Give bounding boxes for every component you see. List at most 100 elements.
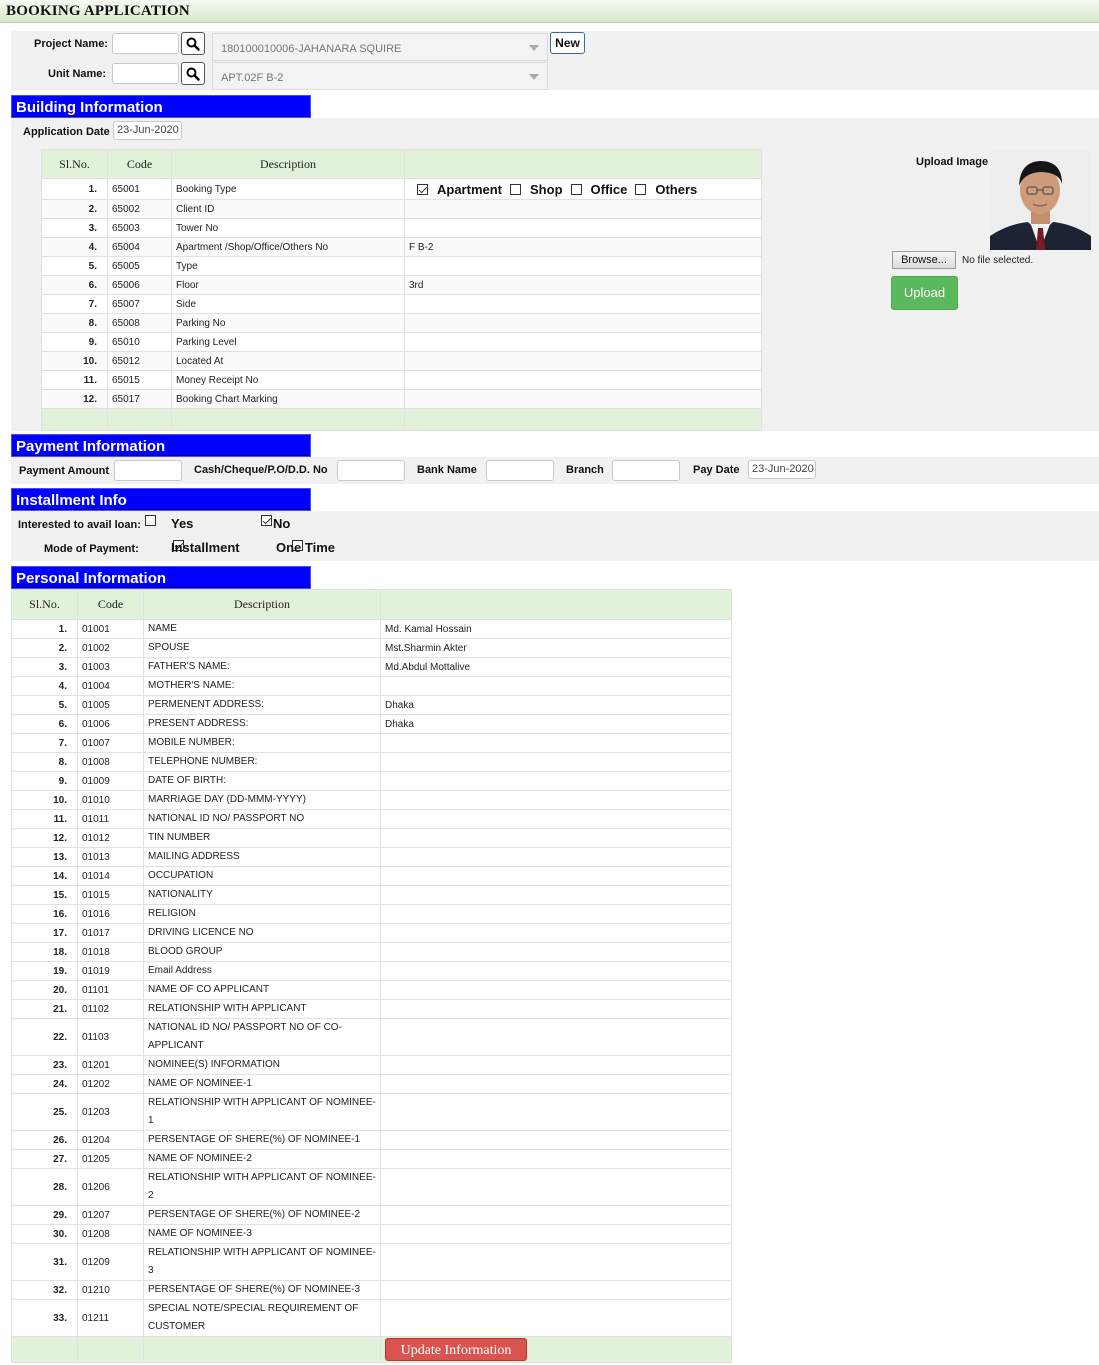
row-code: 01101 [77,980,144,1000]
row-slno: 23. [11,1055,78,1075]
row-value-input[interactable]: Mst.Sharmin Akter [380,638,732,658]
row-slno: 21. [11,999,78,1019]
payment-amount-input[interactable] [114,460,182,481]
payment-mode-label: Mode of Payment: [44,543,139,555]
project-code-input[interactable] [112,33,179,54]
row-value-input[interactable]: Dhaka [380,695,732,715]
row-value-input[interactable] [380,1093,732,1131]
row-value-input[interactable] [380,1205,732,1225]
row-value-input[interactable] [380,1149,732,1169]
row-value-input[interactable] [380,923,732,943]
row-value-input[interactable] [380,1299,732,1337]
row-code: 01205 [77,1149,144,1169]
bank-name-input[interactable] [486,460,554,481]
row-code: 01208 [77,1224,144,1244]
row-value-input[interactable] [404,218,762,238]
row-value-input[interactable] [380,942,732,962]
row-value-input[interactable] [404,294,762,314]
row-value-input[interactable] [380,1130,732,1150]
table-row: 14. 01014 OCCUPATION [11,866,732,886]
row-value-input[interactable]: Dhaka [380,714,732,734]
row-value-input[interactable] [380,1243,732,1281]
row-slno: 4. [11,676,78,696]
application-date-label: Application Date [23,126,110,138]
unit-select[interactable]: APT.02F B-2 [212,62,548,90]
pay-date-label: Pay Date [693,464,740,476]
booking-type-checkbox[interactable] [510,183,522,195]
table-row: 5. 65005 Type [41,256,762,276]
row-value-input[interactable] [380,752,732,772]
row-description: RELATIONSHIP WITH APPLICANT OF NOMINEE-1 [143,1093,381,1131]
row-value-input[interactable] [380,790,732,810]
project-search-button[interactable] [181,32,205,55]
row-value-input[interactable] [404,256,762,276]
row-value-input[interactable]: 3rd [404,275,762,295]
loan-yes-label: Yes [171,516,194,531]
row-value-input[interactable] [380,1074,732,1094]
row-value-input[interactable] [404,332,762,352]
row-value-input[interactable] [380,1224,732,1244]
row-value-input[interactable] [380,1055,732,1075]
table-row: 17. 01017 DRIVING LICENCE NO [11,923,732,943]
booking-type-checkbox[interactable] [417,183,428,195]
row-description: SPECIAL NOTE/SPECIAL REQUIREMENT OF CUST… [143,1299,381,1337]
row-value-input[interactable] [404,389,762,409]
row-value-input[interactable]: Md.Abdul Mottalive [380,657,732,677]
row-description: RELATIONSHIP WITH APPLICANT OF NOMINEE-2 [143,1168,381,1206]
row-slno: 9. [41,332,108,352]
browse-button[interactable]: Browse... [892,251,956,269]
row-value-input[interactable] [380,1168,732,1206]
footer-cell [41,408,108,431]
loan-yes-checkbox[interactable] [145,515,156,526]
row-code: 01005 [77,695,144,715]
row-value-input[interactable] [404,351,762,371]
branch-input[interactable] [612,460,680,481]
booking-type-label: Apartment [437,181,503,197]
loan-no-checkbox[interactable] [261,515,273,526]
table-row: 24. 01202 NAME OF NOMINEE-1 [11,1074,732,1094]
row-code: 01003 [77,657,144,677]
row-value-input[interactable]: F B-2 [404,237,762,257]
branch-label: Branch [566,464,604,476]
row-value-input[interactable] [380,885,732,905]
unit-code-input[interactable] [112,63,179,84]
application-date-input[interactable]: 23-Jun-2020 [113,121,182,140]
row-value-input[interactable]: Md. Kamal Hossain [380,619,732,639]
row-value-input[interactable] [380,1018,732,1056]
row-description: Located At [171,351,405,371]
row-value-input[interactable] [380,828,732,848]
cheque-no-input[interactable] [337,460,405,481]
unit-search-button[interactable] [181,62,205,85]
row-value-input[interactable] [380,1280,732,1300]
footer-action-cell: Update Information [380,1336,732,1363]
row-value-input[interactable] [380,847,732,867]
row-code: 65004 [107,237,172,257]
project-select[interactable]: 180100010006-JAHANARA SQUIRE [212,33,548,61]
row-value-input[interactable] [404,370,762,390]
row-value-input[interactable] [380,904,732,924]
upload-button[interactable]: Upload [891,276,958,310]
row-value-input[interactable] [380,961,732,981]
row-description: Client ID [171,199,405,219]
new-button[interactable]: New [550,32,585,54]
booking-type-label: Others [655,181,698,197]
update-information-button[interactable]: Update Information [385,1338,527,1361]
installment-info-header: Installment Info [11,488,311,511]
row-description: TELEPHONE NUMBER: [143,752,381,772]
row-value-input[interactable] [404,199,762,219]
row-slno: 12. [11,828,78,848]
row-code: 01009 [77,771,144,791]
row-value-input[interactable] [380,999,732,1019]
row-code: 65017 [107,389,172,409]
row-value-input[interactable] [380,676,732,696]
row-slno: 28. [11,1168,78,1206]
pay-date-input[interactable]: 23-Jun-2020 [748,460,816,479]
row-value-input[interactable] [380,771,732,791]
booking-type-checkbox[interactable] [635,183,647,195]
row-value-input[interactable] [404,313,762,333]
row-value-input[interactable] [380,733,732,753]
row-value-input[interactable] [380,980,732,1000]
row-value-input[interactable] [380,866,732,886]
booking-type-checkbox[interactable] [570,183,582,195]
row-value-input[interactable] [380,809,732,829]
